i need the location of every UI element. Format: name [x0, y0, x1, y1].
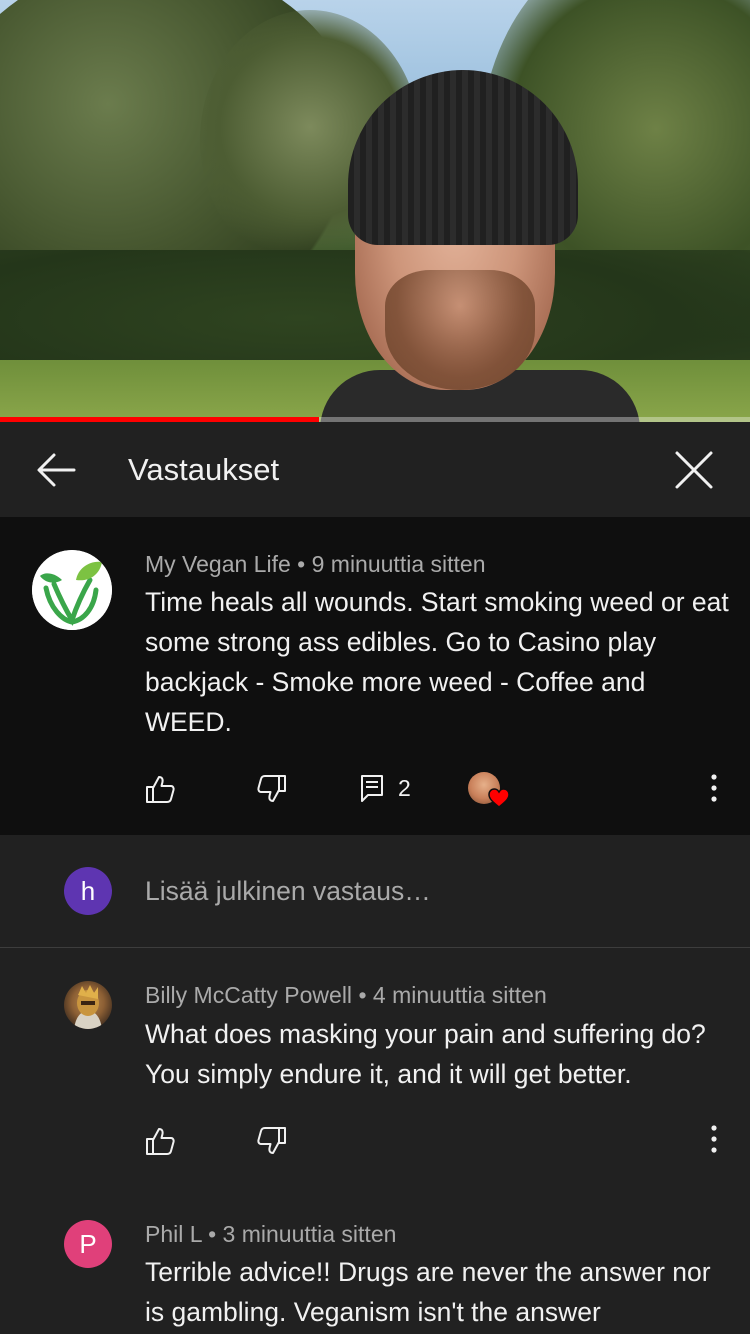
comment-meta: Phil L • 3 minuuttia sitten [145, 1219, 396, 1249]
comment-meta: Billy McCatty Powell • 4 minuuttia sitte… [145, 980, 547, 1010]
thumbs-down-icon [257, 1127, 286, 1154]
avatar[interactable]: P [64, 1220, 112, 1268]
replies-header: Vastaukset [0, 422, 750, 517]
more-vertical-icon [711, 774, 717, 802]
page-title: Vastaukset [128, 452, 280, 487]
person-beard [385, 270, 535, 390]
parent-comment: My Vegan Life • 9 minuuttia sitten Time … [0, 517, 750, 835]
video-player[interactable] [0, 0, 750, 422]
back-button[interactable] [30, 446, 84, 494]
reply-comment: Billy McCatty Powell • 4 minuuttia sitte… [0, 948, 750, 1184]
comment-time: 3 minuuttia sitten [222, 1221, 397, 1247]
comment-author[interactable]: My Vegan Life [145, 551, 291, 577]
like-button[interactable] [144, 1125, 176, 1157]
replies-button[interactable]: 2 [360, 773, 411, 803]
comment-time: 4 minuuttia sitten [372, 982, 547, 1008]
avatar[interactable] [32, 550, 112, 630]
reply-count: 2 [398, 774, 411, 801]
add-reply-bar[interactable]: h Lisää julkinen vastaus… [0, 835, 750, 948]
person-beanie [348, 70, 578, 245]
comment-meta: My Vegan Life • 9 minuuttia sitten [145, 549, 485, 579]
add-reply-input[interactable]: Lisää julkinen vastaus… [145, 874, 431, 908]
meta-separator: • [358, 982, 367, 1008]
close-icon [675, 451, 713, 489]
comment-author[interactable]: Billy McCatty Powell [145, 982, 352, 1008]
character-avatar-icon [74, 985, 102, 1029]
comment-time: 9 minuuttia sitten [311, 551, 486, 577]
video-person [320, 70, 640, 422]
thumbs-up-icon [146, 776, 175, 803]
like-button[interactable] [144, 773, 176, 805]
user-avatar: h [64, 867, 112, 915]
dislike-button[interactable] [256, 773, 288, 805]
comment-text: What does masking your pain and sufferin… [145, 1019, 706, 1089]
thumbs-down-icon [257, 775, 286, 802]
meta-separator: • [297, 551, 306, 577]
comment-author[interactable]: Phil L [145, 1221, 202, 1247]
close-button[interactable] [668, 444, 720, 496]
creator-heart [468, 772, 512, 810]
comment-text: Time heals all wounds. Start smoking wee… [145, 587, 729, 737]
comment-icon [361, 775, 383, 802]
heart-icon [488, 788, 510, 808]
dislike-button[interactable] [256, 1125, 288, 1157]
meta-separator: • [208, 1221, 217, 1247]
more-options-button[interactable] [704, 769, 724, 809]
more-vertical-icon [711, 1125, 717, 1153]
comment-text: Terrible advice!! Drugs are never the an… [145, 1257, 711, 1327]
thumbs-up-icon [146, 1128, 175, 1155]
vegan-logo-icon [32, 550, 112, 630]
arrow-left-icon [37, 453, 76, 487]
avatar[interactable] [64, 981, 112, 1029]
reply-comment: P Phil L • 3 minuuttia sitten Terrible a… [0, 1184, 750, 1334]
more-options-button[interactable] [704, 1120, 724, 1160]
